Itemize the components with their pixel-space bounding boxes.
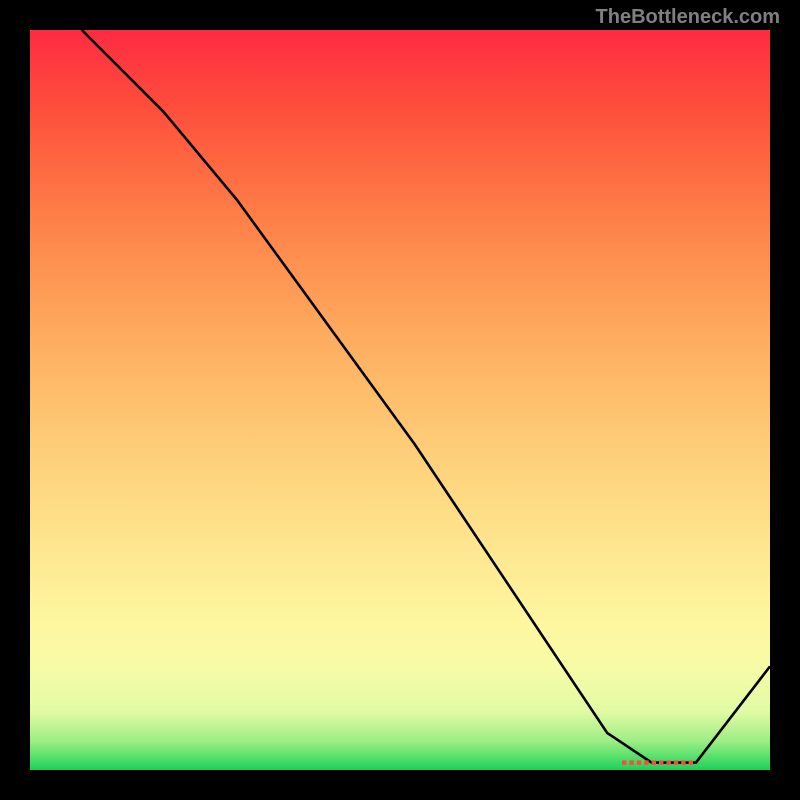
chart-line-svg xyxy=(30,30,770,770)
bottleneck-curve xyxy=(82,30,770,763)
chart-plot-area xyxy=(30,30,770,770)
watermark-text: TheBottleneck.com xyxy=(596,6,780,29)
